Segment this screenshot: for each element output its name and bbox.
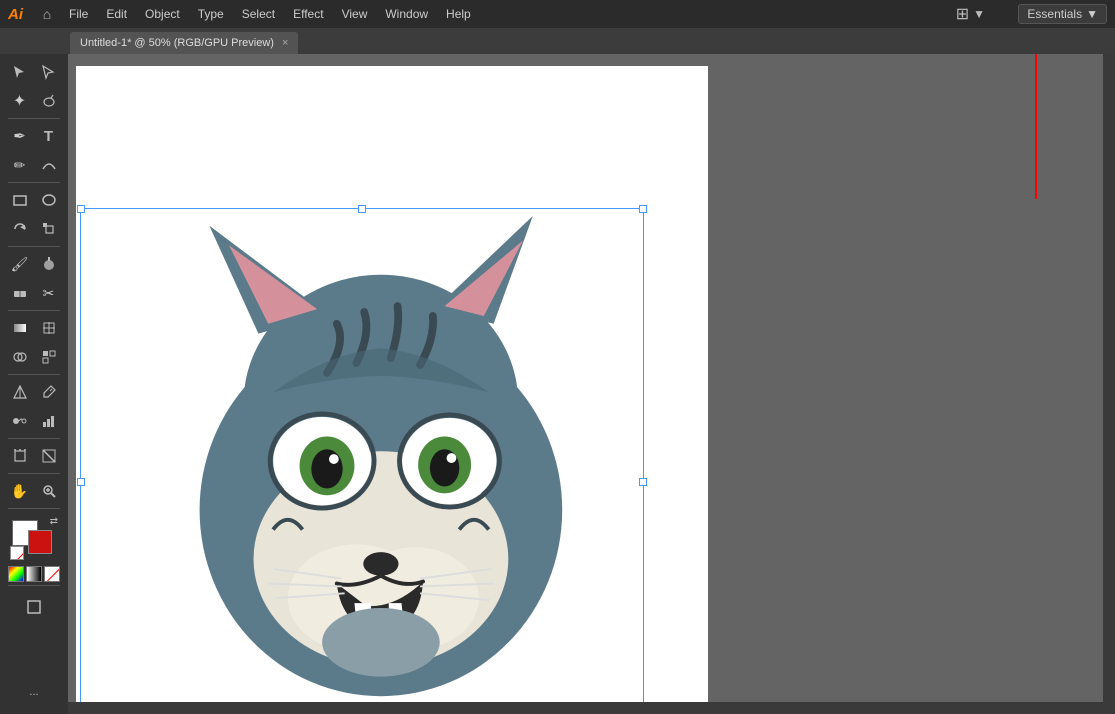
scissors-tool[interactable]: ✂ xyxy=(35,279,63,307)
bar-graph-tool[interactable] xyxy=(35,407,63,435)
magic-wand-tool[interactable]: ✦ xyxy=(6,87,34,115)
cat-illustration xyxy=(131,196,621,714)
rotate-tool[interactable] xyxy=(6,215,34,243)
eyedropper-tool[interactable] xyxy=(35,378,63,406)
slice-tool[interactable] xyxy=(35,442,63,470)
handle-middle-left[interactable] xyxy=(77,478,85,486)
menu-window[interactable]: Window xyxy=(377,4,436,24)
shape-builder-tool[interactable] xyxy=(6,343,34,371)
canvas-area xyxy=(68,54,1115,714)
color-button[interactable] xyxy=(8,566,24,582)
perspective-grid-tool[interactable] xyxy=(6,378,34,406)
menu-effect[interactable]: Effect xyxy=(285,4,331,24)
horizontal-scrollbar[interactable] xyxy=(68,702,1115,714)
stroke-swatch[interactable] xyxy=(28,530,52,554)
screen-mode-button[interactable] xyxy=(20,593,48,621)
app-logo: Ai xyxy=(4,4,27,25)
layout-dropdown-icon[interactable]: ▼ xyxy=(973,7,985,21)
menu-view[interactable]: View xyxy=(334,4,376,24)
more-tools-button[interactable]: ... xyxy=(20,678,48,706)
menu-file[interactable]: File xyxy=(61,4,96,24)
gradient-tool[interactable] xyxy=(6,314,34,342)
menu-edit[interactable]: Edit xyxy=(98,4,135,24)
red-cursor-line xyxy=(1035,54,1037,199)
tab-close-button[interactable]: × xyxy=(282,38,288,49)
main-area: ✦ ✒ T ✏ xyxy=(0,54,1115,714)
swap-fill-stroke-icon[interactable]: ⇄ xyxy=(50,516,58,527)
layout-grid-icon[interactable]: ⊞ xyxy=(956,4,969,24)
zoom-tool[interactable] xyxy=(35,477,63,505)
mesh-tool[interactable] xyxy=(35,314,63,342)
blob-brush-tool[interactable] xyxy=(35,250,63,278)
tab-title: Untitled-1* @ 50% (RGB/GPU Preview) xyxy=(80,37,274,49)
vertical-scrollbar[interactable] xyxy=(1103,54,1115,702)
handle-top-right[interactable] xyxy=(639,205,647,213)
menu-type[interactable]: Type xyxy=(190,4,232,24)
tab-bar: Untitled-1* @ 50% (RGB/GPU Preview) × xyxy=(0,28,1115,54)
pencil-tool[interactable]: ✏ xyxy=(6,151,34,179)
handle-top-left[interactable] xyxy=(77,205,85,213)
hand-tool[interactable]: ✋ xyxy=(6,477,34,505)
menu-object[interactable]: Object xyxy=(137,4,188,24)
left-toolbar: ✦ ✒ T ✏ xyxy=(0,54,68,714)
color-mode-row xyxy=(8,566,60,582)
color-area: ⇄ xyxy=(8,516,60,582)
menu-select[interactable]: Select xyxy=(234,4,283,24)
workspace-chevron: ▼ xyxy=(1086,7,1098,21)
artboard xyxy=(76,66,708,714)
paintbrush-tool[interactable]: 🖌 xyxy=(6,250,34,278)
workspace-dropdown[interactable]: Essentials ▼ xyxy=(1018,4,1107,24)
live-paint-tool[interactable] xyxy=(35,343,63,371)
document-tab[interactable]: Untitled-1* @ 50% (RGB/GPU Preview) × xyxy=(70,32,298,54)
none-swatch[interactable] xyxy=(10,546,24,560)
rectangle-tool[interactable] xyxy=(6,186,34,214)
artboard-tool[interactable] xyxy=(6,442,34,470)
type-tool[interactable]: T xyxy=(35,122,63,150)
gradient-button[interactable] xyxy=(26,566,42,582)
lasso-tool[interactable] xyxy=(35,87,63,115)
workspace-label: Essentials xyxy=(1027,7,1082,21)
direct-selection-tool[interactable] xyxy=(35,58,63,86)
scale-tool[interactable] xyxy=(35,215,63,243)
home-button[interactable]: ⌂ xyxy=(35,2,59,26)
pen-tool[interactable]: ✒ xyxy=(6,122,34,150)
handle-middle-right[interactable] xyxy=(639,478,647,486)
ellipse-tool[interactable] xyxy=(35,186,63,214)
curvature-tool[interactable] xyxy=(35,151,63,179)
menu-bar: Ai ⌂ File Edit Object Type Select Effect… xyxy=(0,0,1115,28)
none-button[interactable] xyxy=(44,566,60,582)
eraser-tool[interactable] xyxy=(6,279,34,307)
blend-tool[interactable] xyxy=(6,407,34,435)
menu-help[interactable]: Help xyxy=(438,4,479,24)
selection-tool[interactable] xyxy=(6,58,34,86)
